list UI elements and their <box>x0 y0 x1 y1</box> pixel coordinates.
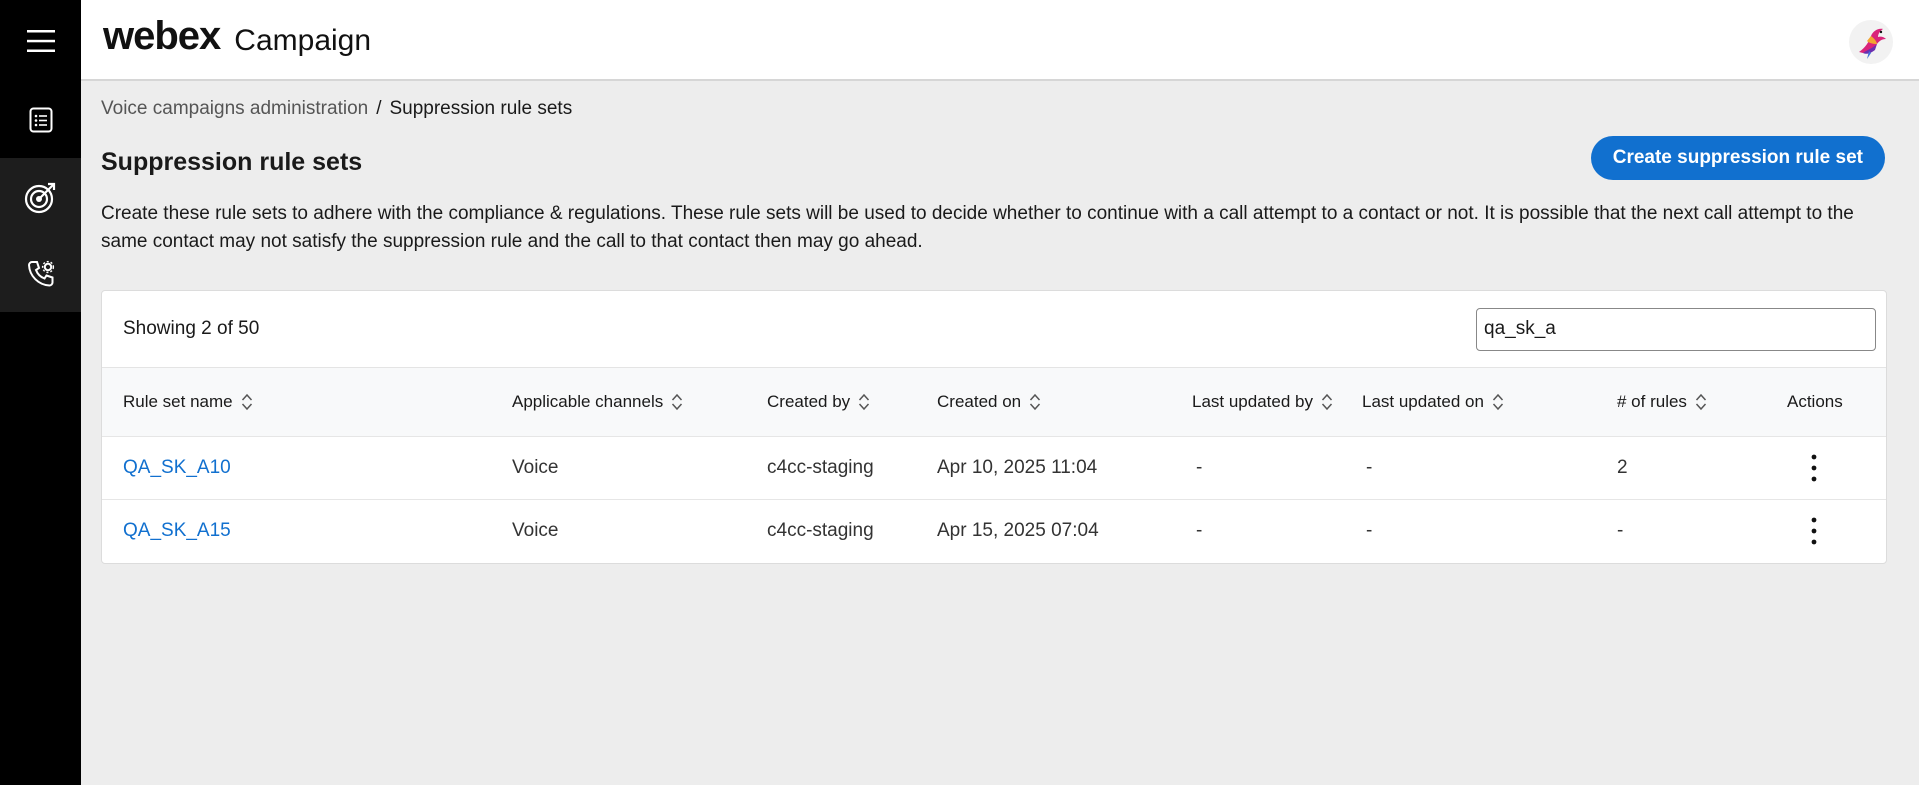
column-label: Rule set name <box>123 391 233 411</box>
table-toolbar: Showing 2 of 50 <box>102 291 1886 368</box>
page-title: Suppression rule sets <box>101 147 363 176</box>
column-header-created-on[interactable]: Created on <box>937 368 1192 437</box>
column-label: Created by <box>767 391 851 411</box>
column-header-channels[interactable]: Applicable channels <box>512 368 767 437</box>
cell-rule-count: 2 <box>1617 456 1628 478</box>
breadcrumb: Voice campaigns administration / Suppres… <box>101 98 1887 120</box>
table-header-row: Rule set name Applicable channels Create… <box>102 368 1886 437</box>
table-row: QA_SK_A10 Voice c4cc-staging Apr 10, 202… <box>102 436 1886 499</box>
column-label: Applicable channels <box>512 391 664 411</box>
cell-actions <box>1787 499 1886 562</box>
cell-created-by: c4cc-staging <box>767 456 874 478</box>
sort-icon <box>859 394 870 411</box>
breadcrumb-voice-campaigns-admin[interactable]: Voice campaigns administration <box>101 98 368 120</box>
column-label: Last updated on <box>1362 391 1484 411</box>
cell-last-updated-on: - <box>1366 519 1373 541</box>
sort-icon <box>1030 394 1041 411</box>
left-nav-rail <box>0 0 81 785</box>
breadcrumb-separator: / <box>376 98 382 119</box>
main-content: Voice campaigns administration / Suppres… <box>101 81 1887 256</box>
rule-sets-table-card: Showing 2 of 50 Rule set name Applicable… <box>101 290 1887 564</box>
menu-button[interactable] <box>0 0 81 81</box>
breadcrumb-current: Suppression rule sets <box>389 98 573 119</box>
cell-actions <box>1787 436 1886 499</box>
cell-created-on: Apr 15, 2025 07:04 <box>937 519 1099 541</box>
column-header-last-updated-on[interactable]: Last updated on <box>1362 368 1617 437</box>
nav-suppression[interactable] <box>0 158 81 235</box>
nav-voice-settings[interactable] <box>0 235 81 312</box>
page-description: Create these rule sets to adhere with th… <box>101 203 1854 252</box>
rule-set-name-link[interactable]: QA_SK_A10 <box>102 436 512 499</box>
create-suppression-rule-set-button[interactable]: Create suppression rule set <box>1590 136 1885 180</box>
hamburger-menu-icon <box>26 29 55 52</box>
kebab-menu-icon <box>1811 517 1817 545</box>
cell-channels: Voice <box>512 519 559 541</box>
sort-icon <box>1695 394 1706 411</box>
column-header-actions: Actions <box>1787 368 1886 437</box>
sort-icon <box>1492 394 1504 411</box>
app-header: webex Campaign <box>81 0 1919 81</box>
column-label: Actions <box>1787 391 1843 411</box>
cell-created-on: Apr 10, 2025 11:04 <box>937 456 1098 478</box>
target-icon <box>24 182 55 213</box>
column-label: Last updated by <box>1192 391 1313 411</box>
search-input[interactable] <box>1476 307 1876 351</box>
cell-rule-count: - <box>1617 519 1624 541</box>
rule-sets-table: Rule set name Applicable channels Create… <box>102 368 1886 562</box>
column-header-rule-count[interactable]: # of rules <box>1617 368 1787 437</box>
cell-last-updated-by: - <box>1196 456 1203 478</box>
phone-settings-icon <box>27 260 54 287</box>
cell-created-by: c4cc-staging <box>767 519 874 541</box>
list-document-icon <box>29 107 52 132</box>
kebab-menu-icon <box>1811 454 1817 481</box>
webex-logo: webex <box>103 14 221 58</box>
row-actions-button[interactable] <box>1799 453 1829 483</box>
sort-icon <box>672 394 683 411</box>
user-avatar[interactable] <box>1849 20 1893 64</box>
cell-channels: Voice <box>512 456 559 478</box>
column-header-name[interactable]: Rule set name <box>102 368 512 437</box>
results-count: Showing 2 of 50 <box>123 318 260 339</box>
row-actions-button[interactable] <box>1799 516 1829 546</box>
cell-last-updated-by: - <box>1196 519 1203 541</box>
sort-icon <box>1321 394 1333 411</box>
bird-avatar-icon <box>1859 28 1886 59</box>
column-header-last-updated-by[interactable]: Last updated by <box>1192 368 1362 437</box>
column-label: # of rules <box>1617 391 1687 411</box>
rule-set-name-link[interactable]: QA_SK_A15 <box>102 499 512 562</box>
column-header-created-by[interactable]: Created by <box>767 368 937 437</box>
product-name: Campaign <box>234 23 372 57</box>
cell-last-updated-on: - <box>1366 456 1373 478</box>
sort-icon <box>241 394 252 411</box>
title-row: Suppression rule sets Create suppression… <box>101 136 1887 180</box>
column-label: Created on <box>937 391 1022 411</box>
nav-campaigns[interactable] <box>0 81 81 158</box>
table-row: QA_SK_A15 Voice c4cc-staging Apr 15, 202… <box>102 499 1886 562</box>
